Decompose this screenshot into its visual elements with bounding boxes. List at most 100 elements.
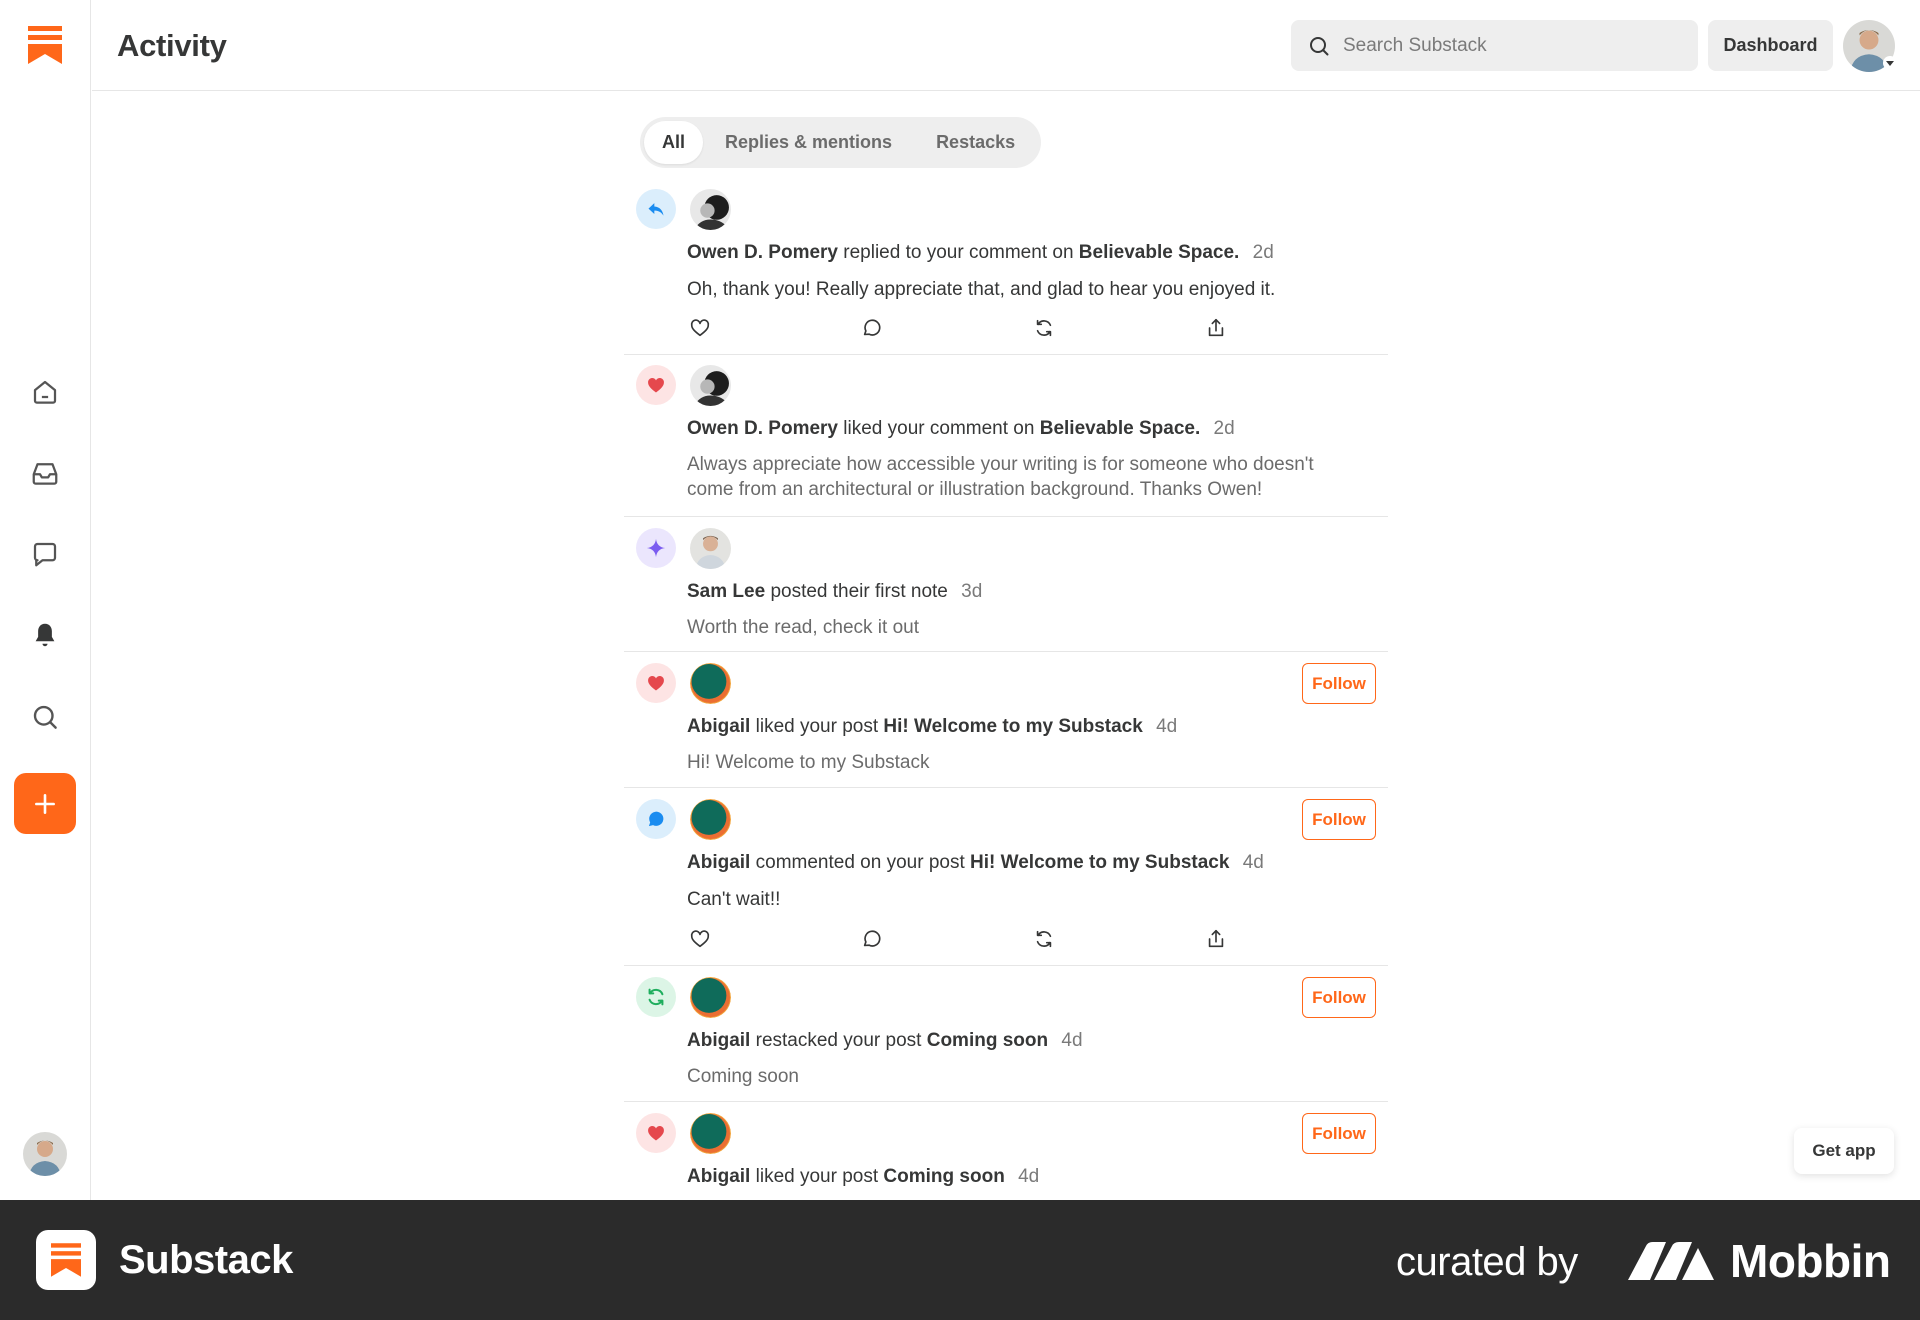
tab-replies-mentions[interactable]: Replies & mentions (703, 121, 914, 164)
activity-item[interactable]: Follow Abigail restacked your post Comin… (624, 966, 1388, 1102)
activity-headline: Sam Lee posted their first note 3d (687, 581, 982, 603)
activity-target[interactable]: Coming soon (927, 1030, 1048, 1051)
mobbin-logo-icon (1628, 1242, 1714, 1280)
activity-target[interactable]: Believable Space. (1040, 418, 1201, 439)
timestamp: 3d (961, 581, 983, 602)
note-badge (636, 528, 676, 568)
avatar[interactable] (690, 799, 731, 840)
tab-all[interactable]: All (644, 121, 704, 164)
user-photo-icon (690, 365, 731, 406)
actor-name[interactable]: Abigail (687, 1166, 750, 1187)
actor-name[interactable]: Abigail (687, 852, 750, 873)
avatar[interactable] (690, 663, 731, 704)
heart-filled-icon (648, 378, 664, 393)
timestamp: 4d (1061, 1030, 1083, 1051)
activity-verb: posted their first note (770, 581, 948, 602)
substack-logo (51, 1243, 81, 1277)
follow-button[interactable]: Follow (1302, 977, 1376, 1018)
like-button[interactable] (687, 926, 713, 952)
follow-button[interactable]: Follow (1302, 663, 1376, 704)
actor-name[interactable]: Abigail (687, 716, 750, 737)
comment-button[interactable] (859, 926, 885, 952)
user-photo-icon (690, 189, 731, 230)
substack-app-icon (36, 1230, 96, 1290)
actor-name[interactable]: Owen D. Pomery (687, 418, 838, 439)
activity-target[interactable]: Hi! Welcome to my Substack (883, 716, 1142, 737)
bell-icon (35, 623, 55, 647)
abstract-avatar-icon (690, 663, 731, 704)
tab-restacks[interactable]: Restacks (914, 121, 1037, 164)
activity-item[interactable]: Sam Lee posted their first note 3d Worth… (624, 517, 1388, 652)
activity-headline: Abigail commented on your post Hi! Welco… (687, 852, 1264, 874)
activity-body-line-2: come from an architectural or illustrati… (687, 479, 1263, 500)
activity-body: Coming soon (687, 1066, 799, 1087)
share-button[interactable] (1203, 315, 1229, 341)
dashboard-button[interactable]: Dashboard (1708, 20, 1833, 71)
avatar[interactable] (690, 189, 731, 230)
inbox-icon (32, 463, 58, 485)
activity-headline: Abigail restacked your post Coming soon … (687, 1030, 1083, 1052)
profile-avatar[interactable] (23, 1132, 67, 1176)
curated-by-text: curated by (1396, 1240, 1578, 1284)
restack-icon (648, 988, 664, 1006)
action-row (687, 315, 1247, 341)
page-title: Activity (117, 28, 227, 63)
timestamp: 2d (1252, 242, 1274, 263)
substack-logo[interactable] (28, 26, 62, 64)
create-button[interactable] (14, 773, 76, 834)
activity-body-line-1: Always appreciate how accessible your wr… (687, 454, 1314, 475)
timestamp: 2d (1213, 418, 1235, 439)
comment-button[interactable] (859, 315, 885, 341)
like-badge (636, 1113, 676, 1153)
timestamp: 4d (1156, 716, 1178, 737)
follow-button[interactable]: Follow (1302, 1113, 1376, 1154)
timestamp: 4d (1018, 1166, 1040, 1187)
restack-icon (1036, 930, 1052, 948)
avatar[interactable] (690, 977, 731, 1018)
sparkle-icon (646, 538, 666, 558)
like-badge (636, 663, 676, 703)
abstract-avatar-icon (690, 977, 731, 1018)
activity-headline: Abigail liked your post Hi! Welcome to m… (687, 716, 1177, 738)
actor-name[interactable]: Abigail (687, 1030, 750, 1051)
activity-target[interactable]: Coming soon (883, 1166, 1004, 1187)
account-menu[interactable] (1843, 20, 1897, 72)
nav-inbox[interactable] (25, 453, 65, 493)
activity-item[interactable]: Follow Abigail liked your post Hi! Welco… (624, 652, 1388, 788)
activity-headline: Owen D. Pomery replied to your comment o… (687, 242, 1274, 264)
share-button[interactable] (1203, 926, 1229, 952)
avatar[interactable] (690, 528, 731, 569)
nav-activity[interactable] (25, 615, 65, 655)
action-row (687, 926, 1247, 952)
activity-item[interactable]: Owen D. Pomery liked your comment on Bel… (624, 355, 1388, 517)
heart-filled-icon (648, 676, 664, 691)
actor-name[interactable]: Owen D. Pomery (687, 242, 838, 263)
reply-badge (636, 189, 676, 229)
activity-item[interactable]: Follow Abigail commented on your post Hi… (624, 788, 1388, 966)
avatar[interactable] (690, 1113, 731, 1154)
search-box[interactable] (1291, 20, 1698, 71)
like-button[interactable] (687, 315, 713, 341)
nav-home[interactable] (25, 372, 65, 412)
activity-item[interactable]: Follow Abigail liked your post Coming so… (624, 1102, 1388, 1202)
timestamp: 4d (1242, 852, 1264, 873)
comment-filled-icon (648, 811, 664, 827)
activity-item[interactable]: Owen D. Pomery replied to your comment o… (624, 181, 1388, 355)
nav-chat[interactable] (25, 534, 65, 574)
activity-target[interactable]: Believable Space. (1079, 242, 1240, 263)
search-input[interactable] (1343, 34, 1673, 57)
avatar[interactable] (690, 365, 731, 406)
restack-button[interactable] (1031, 315, 1057, 341)
activity-body: Hi! Welcome to my Substack (687, 752, 930, 773)
restack-icon (1036, 319, 1052, 337)
nav-search[interactable] (25, 697, 65, 737)
activity-headline: Abigail liked your post Coming soon 4d (687, 1166, 1039, 1188)
activity-target[interactable]: Hi! Welcome to my Substack (970, 852, 1229, 873)
actor-name[interactable]: Sam Lee (687, 581, 765, 602)
get-app-button[interactable]: Get app (1794, 1128, 1894, 1174)
follow-button[interactable]: Follow (1302, 799, 1376, 840)
restack-button[interactable] (1031, 926, 1057, 952)
user-photo-icon (690, 528, 731, 569)
search-icon (33, 705, 57, 729)
footer-brand: Substack (119, 1238, 293, 1282)
